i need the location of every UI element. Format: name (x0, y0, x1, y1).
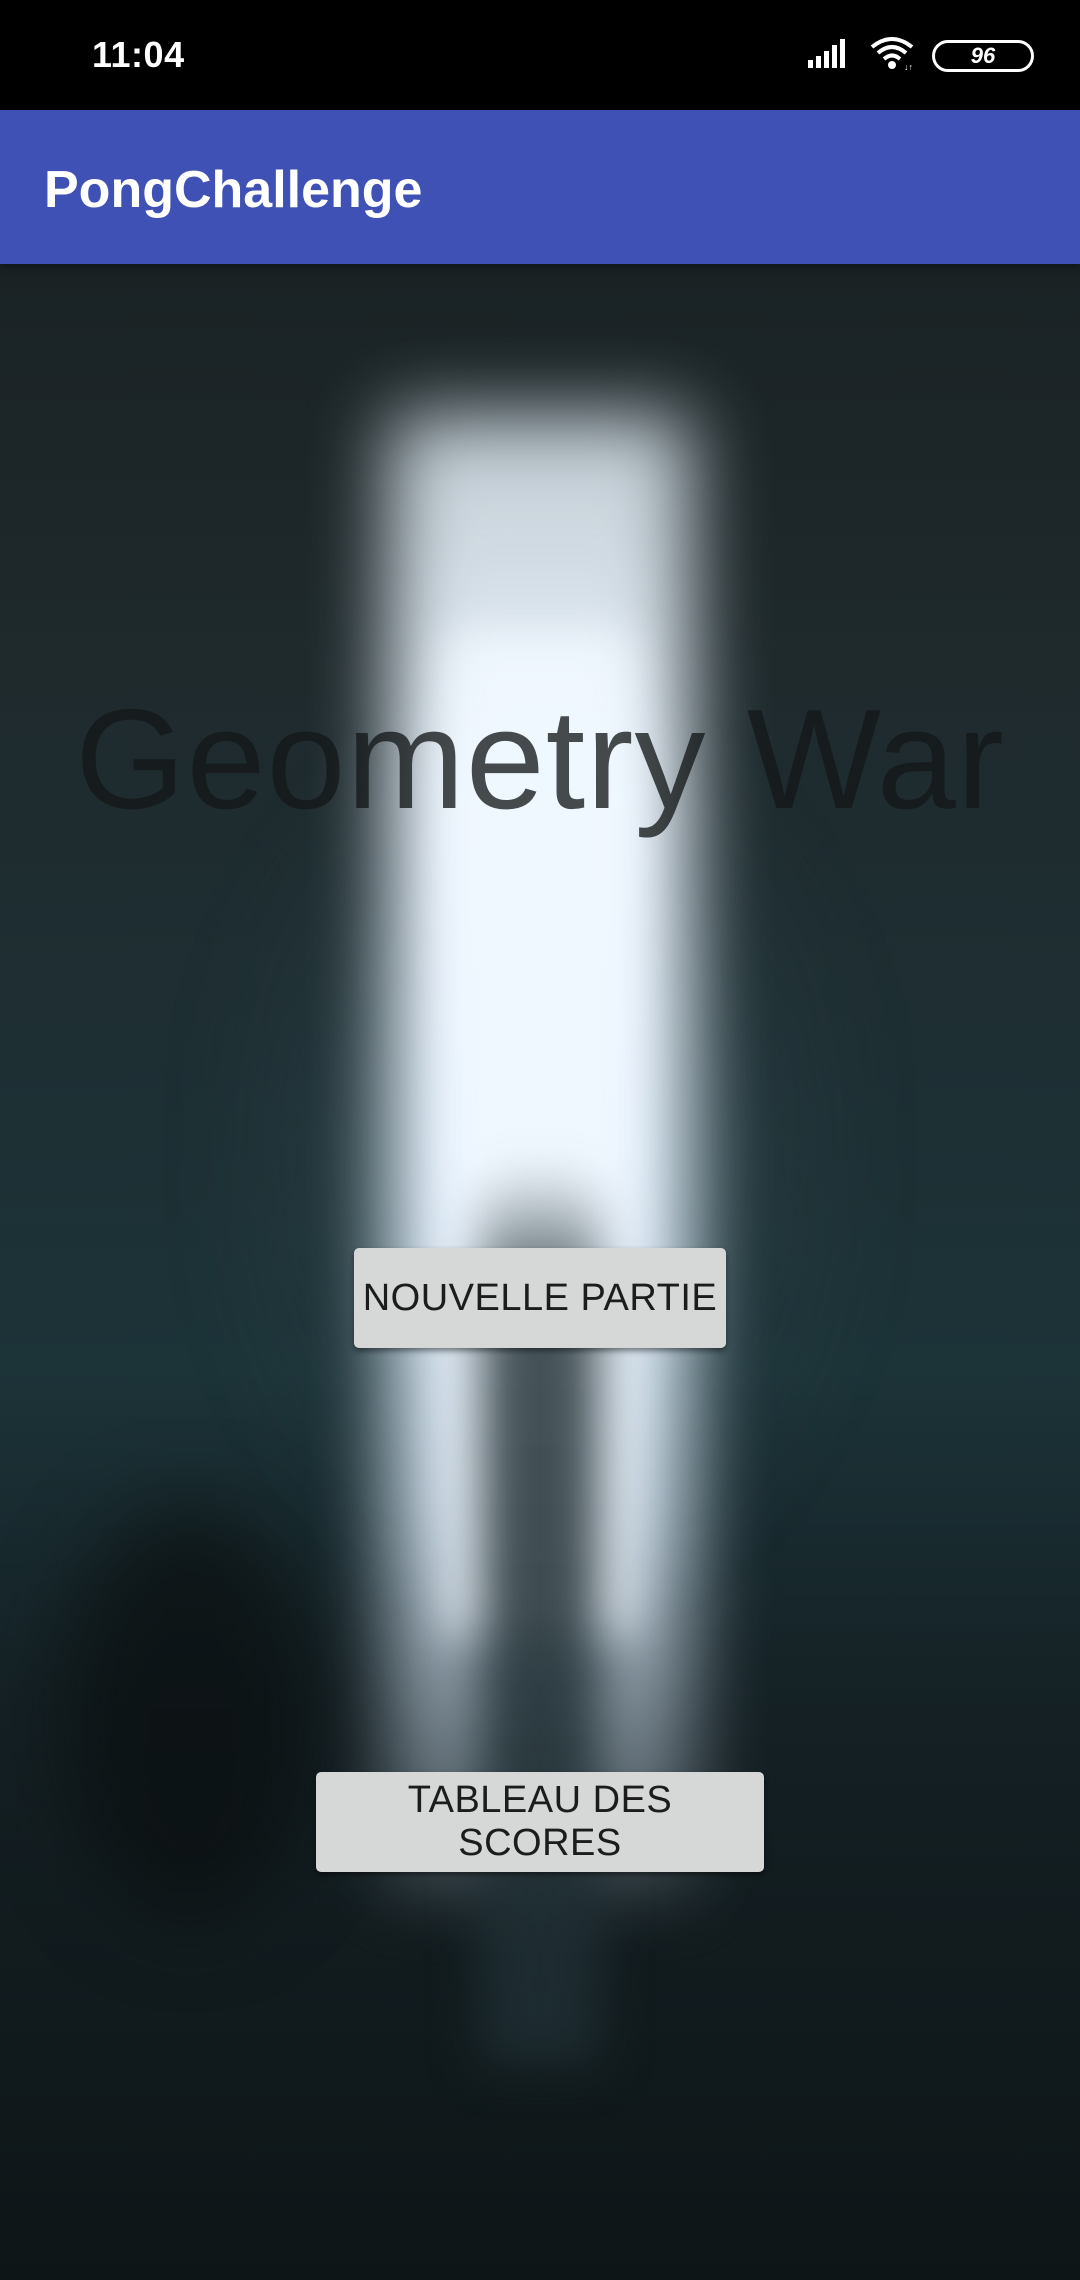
wifi-icon: ↓↑ (870, 36, 914, 75)
status-bar: 11:04 ↓↑ 96 (0, 0, 1080, 110)
battery-icon: 96 (932, 39, 1034, 72)
battery-level: 96 (970, 42, 996, 68)
status-icons: ↓↑ 96 (808, 36, 1034, 75)
app-title: PongChallenge (44, 161, 423, 219)
scoreboard-button[interactable]: TABLEAU DES SCORES (316, 1772, 764, 1872)
game-title: Geometry War (75, 680, 1005, 839)
app-bar: PongChallenge (0, 110, 1080, 264)
status-time: 11:04 (92, 34, 185, 75)
screen: 11:04 ↓↑ 96 PongChallenge Geometry War N… (0, 0, 1080, 2280)
new-game-button[interactable]: NOUVELLE PARTIE (354, 1248, 726, 1348)
svg-text:↓↑: ↓↑ (904, 62, 913, 70)
signal-icon (808, 38, 852, 73)
background-shadow (60, 1504, 320, 1924)
